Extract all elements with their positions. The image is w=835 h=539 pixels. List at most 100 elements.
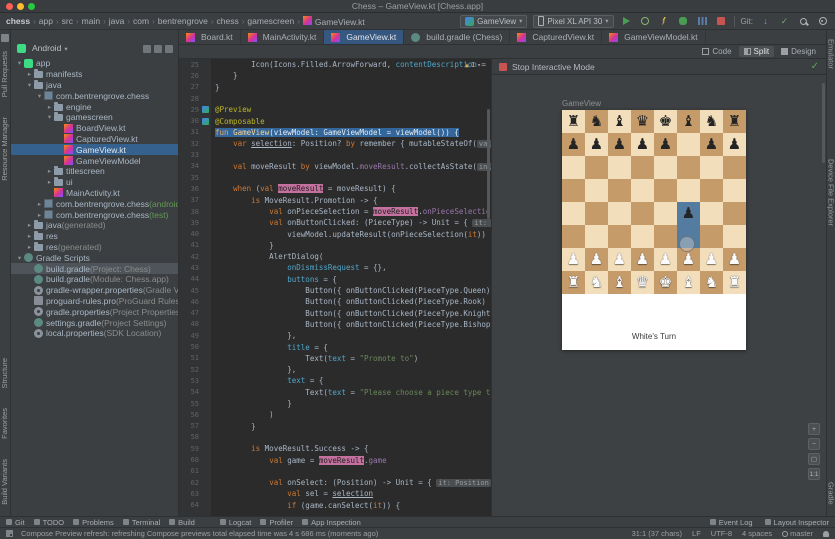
board-square[interactable]: ♟	[562, 133, 585, 156]
composable-gutter-icon[interactable]	[202, 118, 209, 125]
run-button[interactable]	[620, 15, 633, 28]
breadcrumb-item[interactable]: main	[82, 16, 100, 26]
maximize-window-button[interactable]	[28, 3, 35, 10]
tool-window-bar-item[interactable]: Logcat	[220, 518, 252, 527]
tool-window-button[interactable]: Structure	[0, 358, 9, 388]
board-square[interactable]	[677, 156, 700, 179]
status-item[interactable]: master	[782, 529, 813, 538]
apply-changes-button[interactable]	[639, 15, 652, 28]
apply-code-changes-button[interactable]	[658, 15, 671, 28]
board-square[interactable]	[700, 156, 723, 179]
breadcrumb-item[interactable]: com	[133, 16, 149, 26]
board-square[interactable]	[631, 156, 654, 179]
zoom-button[interactable]: −	[808, 438, 820, 450]
view-mode-code[interactable]: Code	[697, 46, 736, 57]
code-editor[interactable]: 25 Icon(Icons.Filled.ArrowForward, conte…	[179, 59, 491, 516]
tree-item[interactable]: ▾java	[11, 80, 178, 91]
tree-item[interactable]: ▾com.bentrengrove.chess	[11, 90, 178, 101]
tree-item[interactable]: ▸engine	[11, 101, 178, 112]
board-square[interactable]	[654, 156, 677, 179]
tool-window-bar-item[interactable]: App Inspection	[302, 518, 361, 527]
project-view-select[interactable]: Android	[32, 43, 61, 53]
board-square[interactable]: ♟	[631, 248, 654, 271]
gear-icon[interactable]	[143, 45, 151, 53]
code-line[interactable]: 39 val onButtonClicked: (PieceType) -> U…	[179, 217, 491, 228]
board-square[interactable]	[700, 179, 723, 202]
code-line[interactable]: 42 AlertDialog(	[179, 251, 491, 262]
board-square[interactable]: ♜	[723, 271, 746, 294]
tool-window-bar-item[interactable]: Layout Inspector	[765, 518, 829, 527]
board-square[interactable]	[562, 156, 585, 179]
code-line[interactable]: 32 var selection: Position? by remember …	[179, 138, 491, 149]
zoom-button[interactable]: ▢	[808, 453, 820, 465]
breadcrumb-item[interactable]: gamescreen	[247, 16, 294, 26]
code-line[interactable]: 31fun GameView(viewModel: GameViewModel …	[179, 127, 491, 138]
board-square[interactable]	[631, 225, 654, 248]
debug-button[interactable]	[677, 15, 690, 28]
zoom-button[interactable]: 1:1	[808, 468, 820, 480]
board-square[interactable]: ♛	[631, 110, 654, 133]
tree-item[interactable]: ▸titlescreen	[11, 166, 178, 177]
board-square[interactable]: ♟	[654, 133, 677, 156]
code-line[interactable]: 61	[179, 466, 491, 477]
tree-item[interactable]: proguard-rules.pro (ProGuard Rules for C…	[11, 296, 178, 307]
board-square[interactable]: ♟	[700, 248, 723, 271]
tree-item[interactable]: ▸manifests	[11, 69, 178, 80]
settings-button[interactable]	[816, 15, 829, 28]
tree-item[interactable]: ▸java (generated)	[11, 220, 178, 231]
tree-item[interactable]: settings.gradle (Project Settings)	[11, 317, 178, 328]
breadcrumb-item[interactable]: chess	[6, 16, 30, 26]
status-item[interactable]: LF	[692, 529, 701, 538]
tool-window-button[interactable]: Favorites	[0, 408, 9, 439]
view-mode-design[interactable]: Design	[776, 46, 821, 57]
close-window-button[interactable]	[6, 3, 13, 10]
run-configuration-select[interactable]: GameView ▾	[460, 15, 527, 28]
tree-item[interactable]: GameViewModel	[11, 155, 178, 166]
editor-tab[interactable]: GameViewModel.kt	[602, 30, 706, 44]
board-square[interactable]	[608, 225, 631, 248]
tool-window-bar-item[interactable]: TODO	[34, 518, 65, 527]
board-square[interactable]	[585, 225, 608, 248]
chess-board[interactable]: ♜♞♝♛♚♝♞♜♟♟♟♟♟♟♟♟♟♟♟♟♟♟♟♟♜♞♝♛♚♝♞♜	[562, 110, 746, 294]
board-square[interactable]: ♝	[608, 110, 631, 133]
board-square[interactable]	[585, 179, 608, 202]
minimize-window-button[interactable]	[17, 3, 24, 10]
board-square[interactable]: ♟	[608, 133, 631, 156]
code-line[interactable]: 47 Button({ onButtonClicked(PieceType.Kn…	[179, 308, 491, 319]
device-select[interactable]: Pixel XL API 30 ▾	[533, 15, 613, 28]
board-square[interactable]: ♞	[700, 271, 723, 294]
status-item[interactable]: 31:1 (37 chars)	[632, 529, 682, 538]
tool-window-button[interactable]: Build Variants	[0, 459, 9, 505]
board-square[interactable]: ♛	[631, 271, 654, 294]
code-line[interactable]: 50 title = {	[179, 341, 491, 352]
tool-window-switcher-icon[interactable]	[6, 530, 13, 537]
board-square[interactable]: ♝	[677, 110, 700, 133]
tool-window-bar-item[interactable]: Problems	[73, 518, 114, 527]
tool-window-button[interactable]: Pull Requests	[0, 51, 9, 97]
board-square[interactable]	[723, 179, 746, 202]
board-square[interactable]: ♟	[723, 133, 746, 156]
board-square[interactable]	[700, 202, 723, 225]
breadcrumb-item[interactable]: java	[109, 16, 125, 26]
board-square[interactable]: ♟	[585, 248, 608, 271]
code-line[interactable]: 59 is MoveResult.Success -> {	[179, 443, 491, 454]
code-line[interactable]: 28	[179, 93, 491, 104]
tool-window-bar-item[interactable]: Event Log	[710, 518, 753, 527]
board-square[interactable]	[562, 179, 585, 202]
board-square[interactable]	[723, 225, 746, 248]
search-everywhere-button[interactable]	[797, 15, 810, 28]
zoom-button[interactable]: +	[808, 423, 820, 435]
board-square[interactable]: ♜	[723, 110, 746, 133]
code-line[interactable]: 40 viewModel.updateResult(onPieceSelecti…	[179, 228, 491, 239]
board-square[interactable]	[723, 202, 746, 225]
board-square[interactable]	[677, 179, 700, 202]
board-square[interactable]: ♟	[654, 248, 677, 271]
notifications-bell-icon[interactable]	[823, 531, 829, 537]
tool-window-bar-item[interactable]: Terminal	[123, 518, 160, 527]
code-line[interactable]: 37 is MoveResult.Promotion -> {	[179, 195, 491, 206]
code-line[interactable]: 53 text = {	[179, 375, 491, 386]
board-square[interactable]: ♝	[608, 271, 631, 294]
code-line[interactable]: 56 )	[179, 409, 491, 420]
tree-item[interactable]: ▸res	[11, 231, 178, 242]
board-square[interactable]: ♞	[585, 271, 608, 294]
